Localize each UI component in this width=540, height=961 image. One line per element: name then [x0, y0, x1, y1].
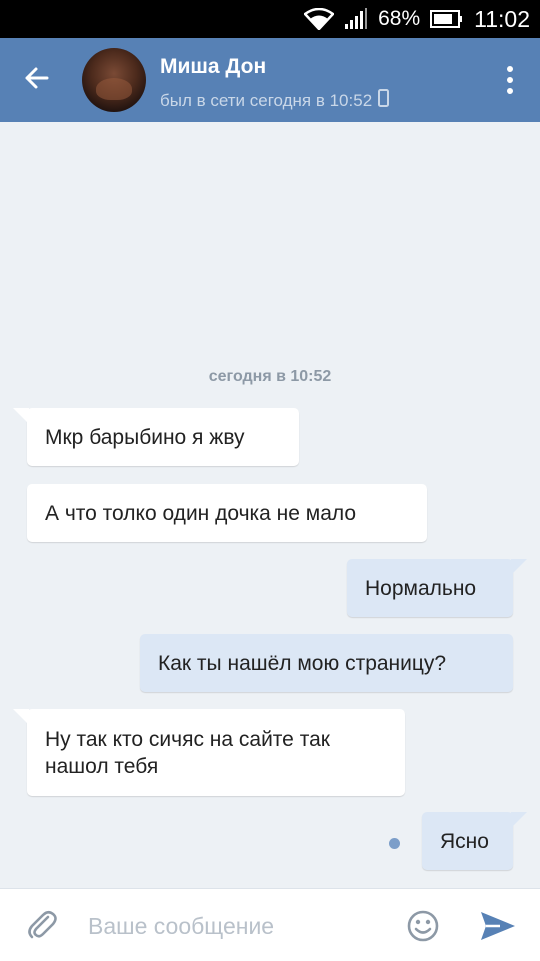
- signal-icon: [344, 8, 368, 30]
- send-arrow-icon: [478, 912, 518, 947]
- message-text: А что толко один дочка не мало: [45, 501, 357, 525]
- unread-indicator: [389, 838, 400, 849]
- contact-name[interactable]: Миша Дон: [160, 55, 266, 79]
- battery-percent: 68%: [378, 7, 421, 30]
- wifi-icon: [304, 8, 335, 30]
- date-separator: сегодня в 10:52: [208, 368, 332, 385]
- message-incoming[interactable]: Мкр барыбино я жву: [13, 408, 299, 466]
- message-text: Как ты нашёл мою страницу?: [158, 651, 447, 675]
- avatar[interactable]: [82, 48, 146, 112]
- message-text: Ну так кто сичяс на сайте так нашол тебя: [45, 727, 330, 778]
- back-button[interactable]: [14, 58, 58, 102]
- clock: 11:02: [474, 5, 530, 32]
- message-text: Ясно: [440, 829, 489, 853]
- attach-button[interactable]: [24, 907, 60, 943]
- message-text: Нормально: [365, 576, 477, 600]
- last-seen-text: был в сети сегодня в 10:52: [160, 90, 373, 110]
- message-input[interactable]: [86, 905, 390, 947]
- message-outgoing[interactable]: Как ты нашёл мою страницу?: [140, 634, 513, 692]
- more-menu-button[interactable]: [498, 60, 522, 100]
- chat-header: Миша Дон был в сети сегодня в 10:52: [0, 38, 540, 122]
- emoji-button[interactable]: [406, 909, 440, 943]
- message-incoming[interactable]: А что толко один дочка не мало: [27, 484, 427, 542]
- bubble-tail: [511, 812, 527, 828]
- bubble-tail: [13, 709, 29, 725]
- message-outgoing[interactable]: Ясно: [422, 812, 527, 870]
- status-bar-right: 68% 11:02: [304, 0, 530, 38]
- bubble-tail: [511, 559, 527, 575]
- message-outgoing[interactable]: Нормально: [347, 559, 527, 617]
- mobile-phone-icon: [378, 89, 390, 112]
- paperclip-icon: [24, 910, 60, 947]
- smiley-icon: [406, 910, 440, 947]
- bubble-tail: [13, 408, 29, 424]
- contact-last-seen: был в сети сегодня в 10:52: [160, 89, 390, 112]
- composer-bar: [0, 888, 540, 961]
- message-text: Мкр барыбино я жву: [45, 425, 245, 449]
- send-button[interactable]: [478, 909, 518, 943]
- status-bar: 68% 11:02: [0, 0, 540, 38]
- message-incoming[interactable]: Ну так кто сичяс на сайте так нашол тебя: [13, 709, 405, 796]
- battery-icon: [430, 9, 464, 29]
- arrow-left-icon: [23, 66, 49, 95]
